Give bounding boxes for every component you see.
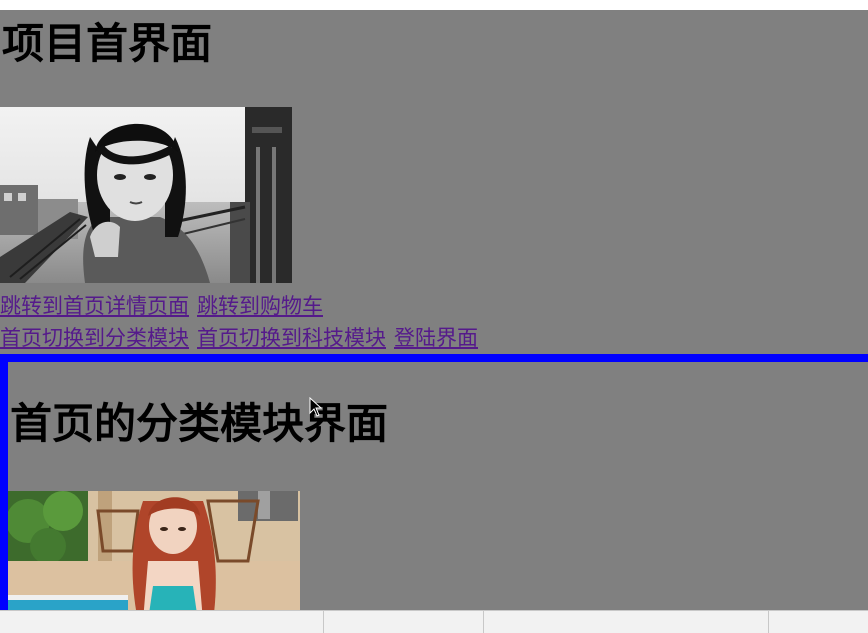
- browser-top-strip: [0, 0, 868, 10]
- link-tech-module[interactable]: 首页切换到科技模块: [197, 326, 386, 350]
- link-login[interactable]: 登陆界面: [394, 326, 478, 350]
- link-home-detail[interactable]: 跳转到首页详情页面: [0, 294, 189, 318]
- taskbar: [0, 610, 868, 633]
- taskbar-divider: [768, 611, 769, 633]
- taskbar-divider: [323, 611, 324, 633]
- page-content: 项目首界面 跳转到首页详情页面 跳转到购物车 首页切换到分类模块 首页切换到科技…: [0, 10, 868, 610]
- category-module-frame: 首页的分类模块界面: [0, 354, 868, 610]
- page-title: 项目首界面: [2, 19, 213, 68]
- link-category-module[interactable]: 首页切换到分类模块: [0, 326, 189, 350]
- category-module-title: 首页的分类模块界面: [10, 399, 389, 448]
- category-photo: [8, 491, 300, 610]
- link-shopping-cart[interactable]: 跳转到购物车: [197, 294, 323, 318]
- cursor-arrow-icon: [309, 397, 323, 417]
- taskbar-divider: [483, 611, 484, 633]
- links-row-2: 首页切换到分类模块 首页切换到科技模块 登陆界面: [0, 324, 486, 352]
- home-photo: [0, 107, 292, 283]
- links-row-1: 跳转到首页详情页面 跳转到购物车: [0, 292, 331, 320]
